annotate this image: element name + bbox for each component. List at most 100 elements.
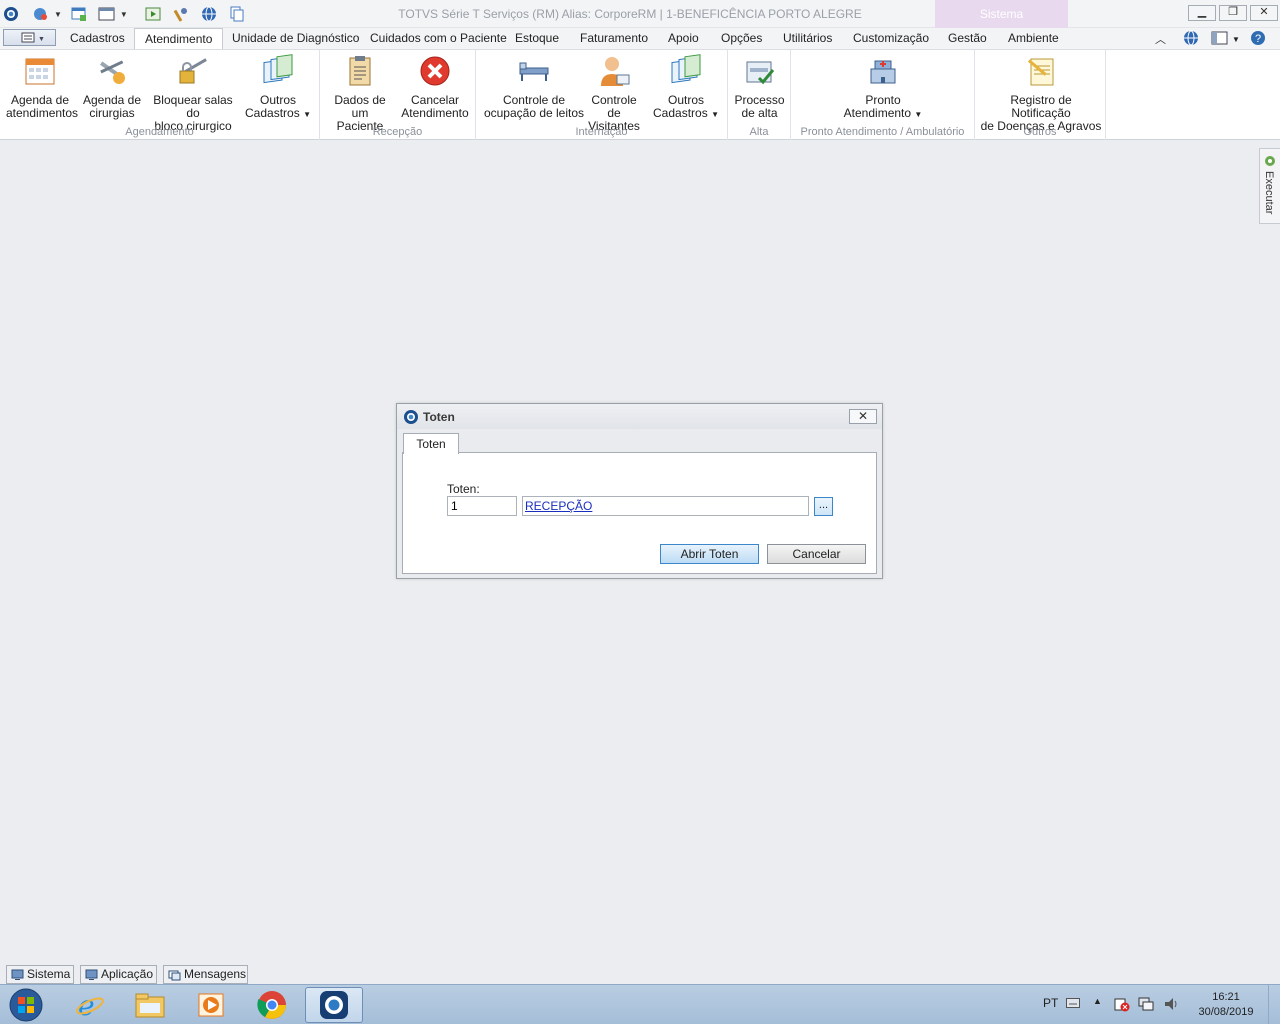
cancelar-atendimento-button[interactable]: Cancelar Atendimento xyxy=(400,54,470,120)
group-label: Internação xyxy=(575,126,628,138)
cancel-icon xyxy=(420,56,450,86)
taskbar-file-explorer[interactable] xyxy=(121,987,179,1023)
tab-faturamento[interactable]: Faturamento xyxy=(580,28,648,49)
tab-utilitarios[interactable]: Utilitários xyxy=(783,28,832,49)
system-clock[interactable]: 16:21 30/08/2019 xyxy=(1190,990,1262,1020)
run-icon[interactable] xyxy=(144,5,162,23)
windows-orb-icon xyxy=(9,988,43,1022)
tab-toten[interactable]: Toten xyxy=(403,433,459,454)
taskbar-media-player[interactable] xyxy=(182,987,240,1023)
browse-button[interactable]: ... xyxy=(814,497,833,516)
bloquear-salas-button[interactable]: Bloquear salas do bloco cirurgico xyxy=(148,54,238,133)
cancel-button[interactable]: Cancelar xyxy=(767,544,866,564)
minimize-button[interactable]: ▁ xyxy=(1188,5,1216,21)
executar-side-tab[interactable]: Executar xyxy=(1259,148,1280,224)
layout-icon[interactable] xyxy=(98,5,116,23)
hospital-building-icon xyxy=(870,60,896,84)
taskbar-chrome[interactable] xyxy=(243,987,301,1023)
button-label-line2: ocupação de leitos xyxy=(483,106,585,120)
window-titlebar: ▼ ▼ TOTVS Série T Serviços (RM) Alias: C… xyxy=(0,0,1280,28)
button-label-line1: Controle de xyxy=(591,93,637,120)
toten-code-input[interactable] xyxy=(447,496,517,516)
show-hidden-icons-icon[interactable]: ▲ xyxy=(1093,996,1102,1006)
close-icon: ✕ xyxy=(1259,6,1269,18)
dialog-titlebar[interactable]: Toten ✕ xyxy=(397,404,882,429)
app-logo-icon xyxy=(404,410,418,424)
abrir-toten-button[interactable]: Abrir Toten xyxy=(660,544,759,564)
taskbar-internet-explorer[interactable]: e xyxy=(61,987,119,1023)
tab-aplicacao-panel[interactable]: Aplicação xyxy=(80,965,157,984)
app-logo-icon xyxy=(320,991,348,1019)
tab-unidade-de-diagnostico[interactable]: Unidade de Diagnóstico xyxy=(232,28,359,49)
button-label-line2: Atendimento xyxy=(401,106,469,120)
pronto-atendimento-button[interactable]: Pronto Atendimento ▼ xyxy=(833,54,933,121)
group-internacao: Controle de ocupação de leitos Controle … xyxy=(476,50,728,140)
chevron-down-icon[interactable]: ▼ xyxy=(120,10,128,19)
controle-ocupacao-leitos-button[interactable]: Controle de ocupação de leitos xyxy=(482,54,586,120)
copy-icon[interactable] xyxy=(228,5,246,23)
folders-icon xyxy=(671,54,701,84)
notification-report-icon xyxy=(1027,58,1054,86)
keyboard-icon[interactable] xyxy=(1066,997,1080,1011)
dialog-close-button[interactable]: ✕ xyxy=(849,409,877,424)
chevron-down-icon[interactable]: ▼ xyxy=(1232,35,1240,44)
collapse-ribbon-icon[interactable]: ︿ xyxy=(1155,31,1169,47)
globe-icon[interactable] xyxy=(1183,30,1199,49)
outros-cadastros-agendamento-button[interactable]: Outros Cadastros ▼ xyxy=(244,54,312,121)
surgery-tools-icon xyxy=(100,60,125,84)
tab-mensagens-panel[interactable]: Mensagens xyxy=(163,965,248,984)
agenda-de-atendimentos-button[interactable]: Agenda de atendimentos xyxy=(6,54,78,120)
controle-de-visitantes-button[interactable]: Controle de Visitantes xyxy=(584,54,644,133)
network-icon[interactable] xyxy=(1138,996,1154,1015)
agenda-de-cirurgias-button[interactable]: Agenda de cirurgias xyxy=(82,54,142,120)
group-alta: Processo de alta Alta xyxy=(728,50,791,140)
volume-icon[interactable] xyxy=(1163,996,1179,1015)
tools-icon[interactable] xyxy=(172,5,190,23)
chevron-down-icon[interactable]: ▼ xyxy=(54,10,62,19)
application-menu-button[interactable]: ▼ xyxy=(3,29,56,46)
tab-cadastros[interactable]: Cadastros xyxy=(70,28,125,49)
quick-access-icon[interactable] xyxy=(32,5,50,23)
tab-customizacao[interactable]: Customização xyxy=(853,28,929,49)
tab-opcoes[interactable]: Opções xyxy=(721,28,762,49)
globe-icon[interactable] xyxy=(200,5,218,23)
tab-label: Aplicação xyxy=(101,967,154,981)
input-language-indicator[interactable]: PT xyxy=(1043,996,1058,1010)
app-logo-icon[interactable] xyxy=(2,5,20,23)
tab-apoio[interactable]: Apoio xyxy=(668,28,699,49)
toten-name-link[interactable]: RECEPÇÃO xyxy=(522,496,809,516)
tab-estoque[interactable]: Estoque xyxy=(515,28,559,49)
dialog-tab-panel: Toten: RECEPÇÃO ... Abrir Toten Cancelar xyxy=(402,452,877,574)
lock-icon xyxy=(179,58,207,84)
tab-label: Mensagens xyxy=(184,967,247,981)
gear-icon xyxy=(1265,156,1275,166)
taskbar-totvs-rm[interactable] xyxy=(305,987,363,1023)
start-button[interactable] xyxy=(0,987,52,1023)
close-button[interactable]: ✕ xyxy=(1250,5,1278,21)
tab-cuidados-com-o-paciente[interactable]: Cuidados com o Paciente xyxy=(370,28,507,49)
button-label-line2: cirurgias xyxy=(89,106,135,120)
bottom-panel-tabs: Sistema Aplicação Mensagens xyxy=(0,963,1280,984)
tab-ambiente[interactable]: Ambiente xyxy=(1008,28,1059,49)
registro-notificacao-button[interactable]: Registro de Notificação de Doenças e Agr… xyxy=(979,54,1103,133)
monitor-icon xyxy=(85,969,98,980)
processo-de-alta-button[interactable]: Processo de alta xyxy=(732,54,787,120)
tab-gestao[interactable]: Gestão xyxy=(948,28,987,49)
group-label: Pronto Atendimento / Ambulatório xyxy=(800,126,965,138)
outros-cadastros-internacao-button[interactable]: Outros Cadastros ▼ xyxy=(652,54,720,121)
action-center-icon[interactable] xyxy=(1114,996,1130,1015)
close-icon: ✕ xyxy=(857,409,869,423)
restore-button[interactable]: ❐ xyxy=(1219,5,1247,21)
context-tab-sistema[interactable]: Sistema xyxy=(935,0,1068,28)
new-window-icon[interactable] xyxy=(70,5,88,23)
dados-de-um-paciente-button[interactable]: Dados de um Paciente xyxy=(326,54,394,133)
tab-atendimento[interactable]: Atendimento xyxy=(134,28,224,50)
layout-icon[interactable] xyxy=(1211,31,1229,48)
show-desktop-button[interactable] xyxy=(1268,985,1280,1024)
tab-sistema-panel[interactable]: Sistema xyxy=(6,965,74,984)
media-player-icon xyxy=(198,993,224,1017)
help-icon[interactable]: ? xyxy=(1250,30,1266,49)
group-label: Recepção xyxy=(372,126,423,138)
clipboard-icon xyxy=(349,56,371,86)
window-title: TOTVS Série T Serviços (RM) Alias: Corpo… xyxy=(398,7,862,21)
